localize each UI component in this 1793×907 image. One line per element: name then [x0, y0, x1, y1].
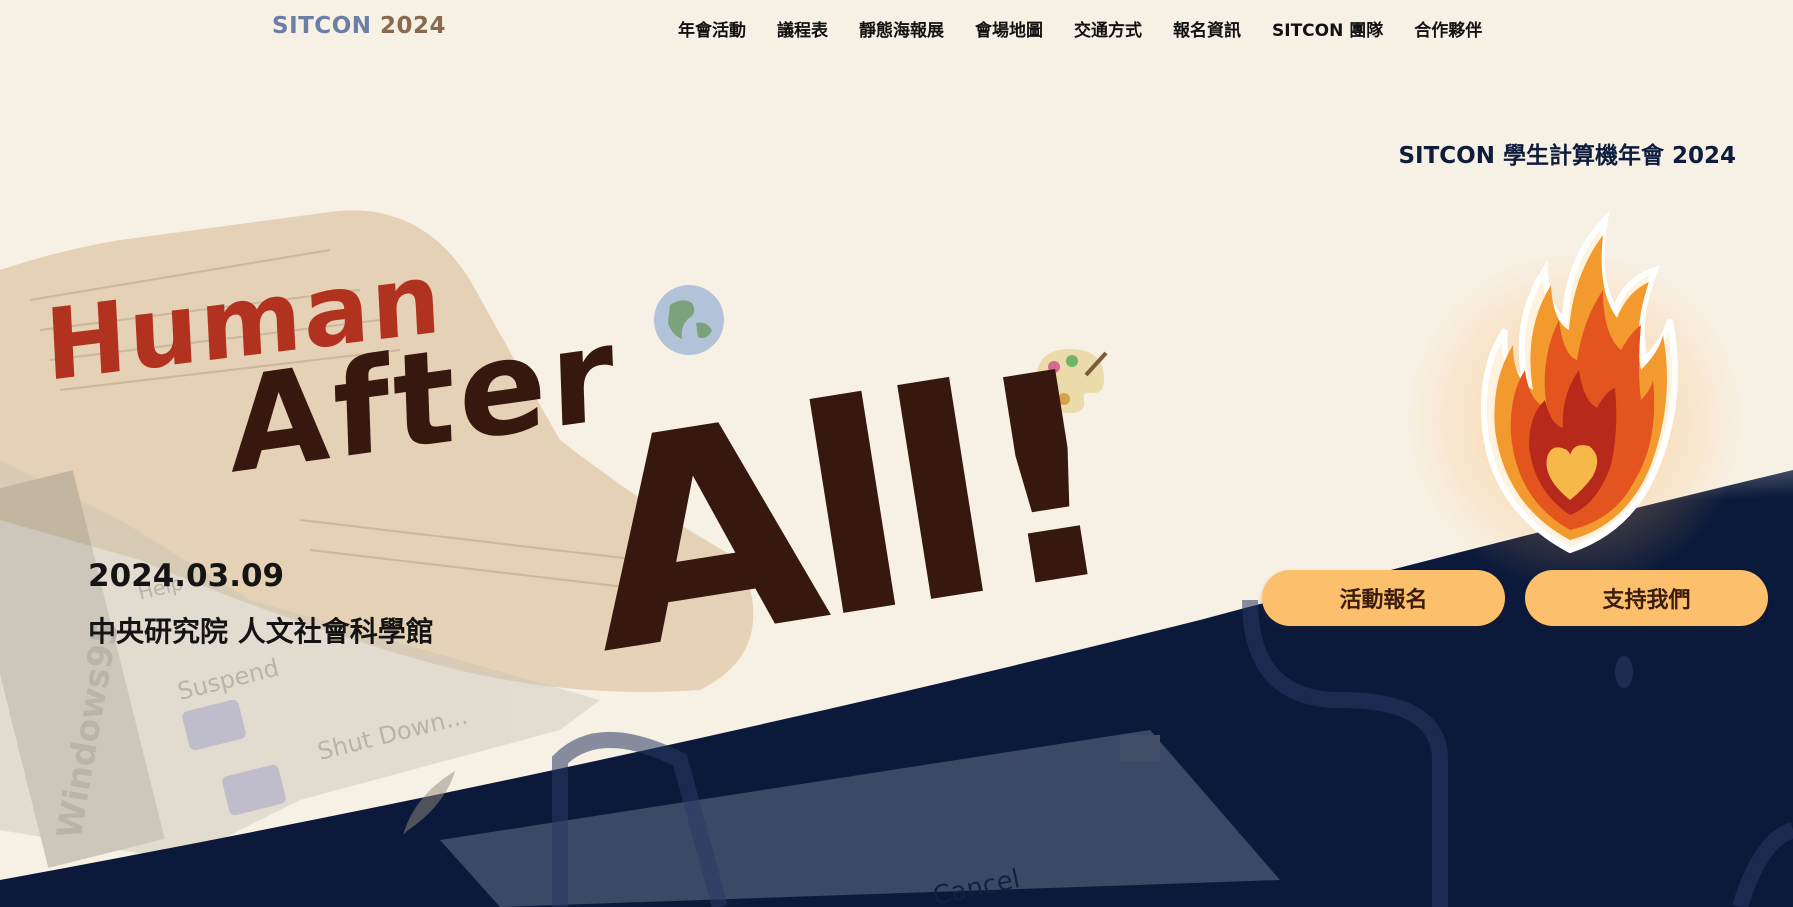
title-line-all: All! — [561, 308, 1126, 718]
event-date: 2024.03.09 — [88, 558, 285, 594]
nav-item-posters[interactable]: 靜態海報展 — [859, 16, 944, 41]
main-nav: 年會活動 議程表 靜態海報展 會場地圖 交通方式 報名資訊 SITCON 團隊 … — [678, 16, 1513, 41]
hero-section: Suspend Shut Down... Help Windows95 Canc… — [0, 0, 1793, 907]
event-venue: 中央研究院 人文社會科學館 — [88, 615, 434, 648]
nav-item-transportation[interactable]: 交通方式 — [1074, 16, 1142, 41]
nav-item-events[interactable]: 年會活動 — [678, 16, 746, 41]
support-us-button[interactable]: 支持我們 — [1525, 570, 1768, 626]
brand-logo[interactable]: SITCON 2024 — [272, 13, 446, 39]
nav-item-agenda[interactable]: 議程表 — [777, 16, 828, 41]
brand-text-year: 2024 — [380, 13, 447, 39]
brand-text-sitcon: SITCON — [272, 13, 372, 39]
nav-item-team[interactable]: SITCON 團隊 — [1272, 16, 1383, 41]
nav-item-venue-map[interactable]: 會場地圖 — [975, 16, 1043, 41]
register-button[interactable]: 活動報名 — [1262, 570, 1505, 626]
event-name: SITCON 學生計算機年會 2024 — [1398, 143, 1736, 169]
globe-icon — [654, 285, 724, 355]
nav-item-partners[interactable]: 合作夥伴 — [1414, 16, 1482, 41]
nav-item-registration-info[interactable]: 報名資訊 — [1173, 16, 1241, 41]
feather-icon — [403, 771, 455, 835]
flame-heart-icon — [1480, 210, 1678, 554]
top-navigation-bar: SITCON 2024 年會活動 議程表 靜態海報展 會場地圖 交通方式 報名資… — [0, 0, 1793, 56]
